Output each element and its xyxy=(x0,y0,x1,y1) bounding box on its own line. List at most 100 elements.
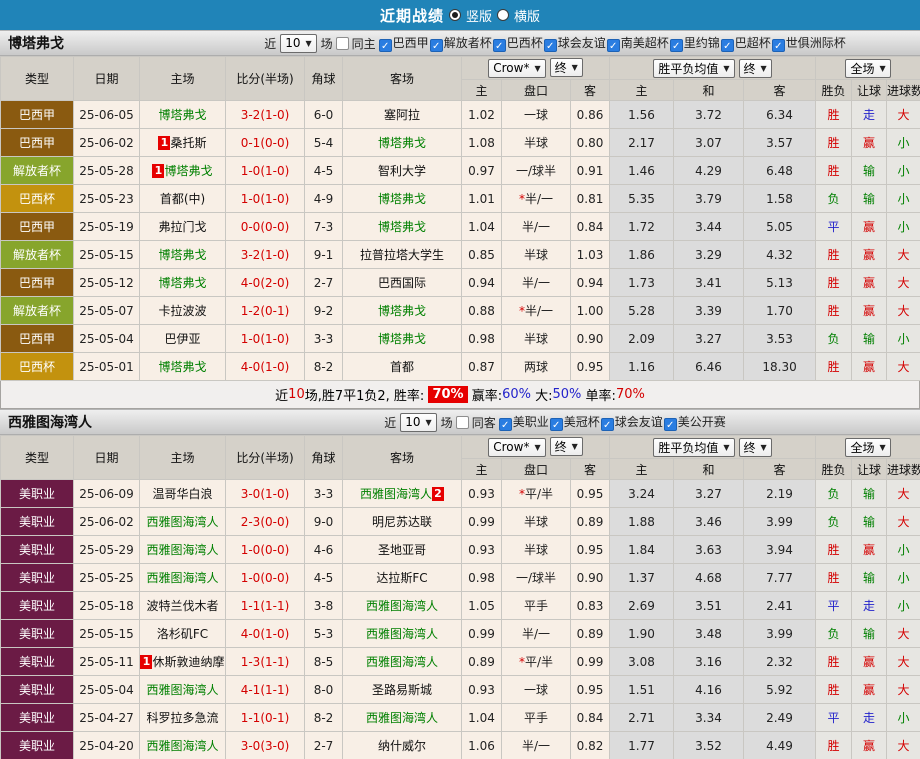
competition-cell: 美职业 xyxy=(0,619,74,648)
section-2-results-table: 类型 日期 主场 比分(半场) 角球 客场 Crow* ▼ 终 ▼ 胜平负均值 ▼ 终 ▼ … xyxy=(0,435,920,759)
competition-checkbox[interactable]: ✓ xyxy=(600,418,614,431)
competition-checkbox[interactable]: ✓ xyxy=(543,39,557,52)
home-team-cell: 巴伊亚 xyxy=(139,324,226,353)
col-date: 日期 xyxy=(73,435,140,480)
fullmatch-select[interactable]: 全场 ▼ xyxy=(845,437,891,457)
result-goals: 小 xyxy=(886,184,920,213)
team-section-2: 西雅图海湾人 近 10 ▼ 场 同客 ✓ 美职业 ✓ 美冠杯 ✓ 球会友谊 ✓ 美公开赛 类型 … xyxy=(0,409,920,759)
chevron-down-icon: ▼ xyxy=(879,442,886,452)
result-goals: 大 xyxy=(886,296,920,325)
crow-handicap: 一球 xyxy=(501,100,571,129)
result-handicap: 输 xyxy=(851,184,888,213)
result-wdl: 胜 xyxy=(815,240,853,269)
corner-cell: 7-3 xyxy=(304,212,343,241)
avg-draw-odds: 4.29 xyxy=(673,156,745,185)
col-type: 类型 xyxy=(0,56,74,101)
halftime-score: (1-1) xyxy=(260,682,290,697)
avg-draw-odds: 3.44 xyxy=(673,212,745,241)
crow-away-odds: 0.95 xyxy=(569,675,611,704)
away-team-cell: 博塔弗戈 xyxy=(342,128,462,157)
crow-home-odds: 0.93 xyxy=(461,535,502,564)
competition-checkbox[interactable]: ✓ xyxy=(606,39,620,52)
crow-final-select[interactable]: 终 ▼ xyxy=(549,437,583,457)
competition-checkbox[interactable]: ✓ xyxy=(498,418,512,431)
competition-checkbox[interactable]: ✓ xyxy=(771,39,785,52)
summary-text-segment: 场,胜7平1负2, 胜率: xyxy=(304,389,429,404)
score-cell: 4-1(1-1) xyxy=(225,675,305,704)
crow-handicap: 平手 xyxy=(501,591,571,620)
crow-away-odds: 0.80 xyxy=(569,128,611,157)
result-wdl: 平 xyxy=(815,212,853,241)
corner-cell: 9-0 xyxy=(304,507,343,536)
section-1-results-table: 类型 日期 主场 比分(半场) 角球 客场 Crow* ▼ 终 ▼ 胜平负均值 ▼ 终 ▼ … xyxy=(0,56,920,381)
home-team-cell: 博塔弗戈 xyxy=(139,240,226,269)
team-name-text: 西雅图海湾人 xyxy=(359,487,432,501)
competition-checkbox[interactable]: ✓ xyxy=(378,39,392,52)
vertical-layout-radio[interactable] xyxy=(448,9,461,21)
fulltime-score: 4-0 xyxy=(240,275,261,290)
fullmatch-select[interactable]: 全场 ▼ xyxy=(845,58,891,78)
score-cell: 3-2(1-0) xyxy=(225,240,305,269)
away-team-cell: 明尼苏达联 xyxy=(342,507,462,536)
section-1-filters: 近 10 ▼ 场 同主 ✓ 巴西甲 ✓ 解放者杯 ✓ 巴西杯 ✓ 球会友谊 ✓ 南美超杯 ✓ 里约锦 ✓ 巴… xyxy=(198,33,912,53)
crow-final-select[interactable]: 终 ▼ xyxy=(549,58,583,78)
result-wdl: 平 xyxy=(815,703,853,732)
competition-cell: 巴西甲 xyxy=(0,128,74,157)
crow-handicap: *半/一 xyxy=(501,296,571,325)
summary-text-segment: 50% xyxy=(552,387,582,402)
crow-home-odds: 1.01 xyxy=(461,184,502,213)
crow-company-select[interactable]: Crow* ▼ xyxy=(488,58,546,78)
team-name-text: 西雅图海湾人 xyxy=(146,543,219,557)
avg-away-odds: 1.70 xyxy=(743,296,817,325)
away-team-cell: 博塔弗戈 xyxy=(342,184,462,213)
competition-label: 美公开赛 xyxy=(677,415,726,429)
same-venue-checkbox[interactable] xyxy=(455,415,469,429)
away-team-cell: 首都 xyxy=(342,352,462,381)
col-avg-away: 客 xyxy=(743,458,817,480)
avg-home-odds: 3.24 xyxy=(609,479,675,508)
avg-draw-odds: 3.29 xyxy=(673,240,745,269)
crow-home-odds: 0.94 xyxy=(461,268,502,297)
corner-cell: 6-0 xyxy=(304,100,343,129)
avg-odds-select[interactable]: 胜平负均值 ▼ xyxy=(653,437,735,457)
away-team-cell: 西雅图海湾人 xyxy=(342,647,462,676)
competition-checkbox[interactable]: ✓ xyxy=(720,39,734,52)
result-goals: 大 xyxy=(886,352,920,381)
result-goals: 小 xyxy=(886,703,920,732)
competition-checkbox[interactable]: ✓ xyxy=(669,39,683,52)
result-handicap: 走 xyxy=(851,703,888,732)
avg-home-odds: 1.84 xyxy=(609,535,675,564)
competition-checkbox[interactable]: ✓ xyxy=(549,418,563,431)
avg-odds-select[interactable]: 胜平负均值 ▼ xyxy=(653,58,735,78)
team-name-text: 波特兰伐木者 xyxy=(146,599,219,613)
corner-cell: 8-2 xyxy=(304,352,343,381)
near-label: 近 xyxy=(384,415,397,430)
crow-handicap: 半/一 xyxy=(501,619,571,648)
avg-final-select[interactable]: 终 ▼ xyxy=(738,437,772,457)
section-1-team-name: 博塔弗戈 xyxy=(8,36,64,52)
team-name-text: 纳什威尔 xyxy=(377,739,426,753)
same-venue-checkbox[interactable] xyxy=(335,36,349,50)
corner-cell: 2-7 xyxy=(304,731,343,759)
col-corner: 角球 xyxy=(304,56,343,101)
date-cell: 25-05-25 xyxy=(73,563,140,592)
competition-checkbox[interactable]: ✓ xyxy=(492,39,506,52)
team-name-text: 洛杉矶FC xyxy=(156,627,209,641)
recent-count-select[interactable]: 10 ▼ xyxy=(400,412,437,432)
home-team-cell: 1 桑托斯 xyxy=(139,128,226,157)
avg-draw-odds: 3.72 xyxy=(673,100,745,129)
horizontal-layout-radio[interactable] xyxy=(497,9,509,21)
score-cell: 3-0(1-0) xyxy=(225,479,305,508)
crow-company-select[interactable]: Crow* ▼ xyxy=(488,437,546,457)
recent-count-select[interactable]: 10 ▼ xyxy=(280,33,317,53)
competition-checkbox[interactable]: ✓ xyxy=(429,39,443,52)
fulltime-score: 3-0 xyxy=(240,486,261,501)
halftime-score: (3-0) xyxy=(260,738,290,753)
date-cell: 25-05-18 xyxy=(73,591,140,620)
result-handicap: 走 xyxy=(851,591,888,620)
summary-text-segment: 10 xyxy=(288,387,305,402)
avg-final-select[interactable]: 终 ▼ xyxy=(738,58,772,78)
team-name-text: 博塔弗戈 xyxy=(158,360,207,374)
avg-draw-odds: 3.39 xyxy=(673,296,745,325)
competition-checkbox[interactable]: ✓ xyxy=(663,418,677,431)
